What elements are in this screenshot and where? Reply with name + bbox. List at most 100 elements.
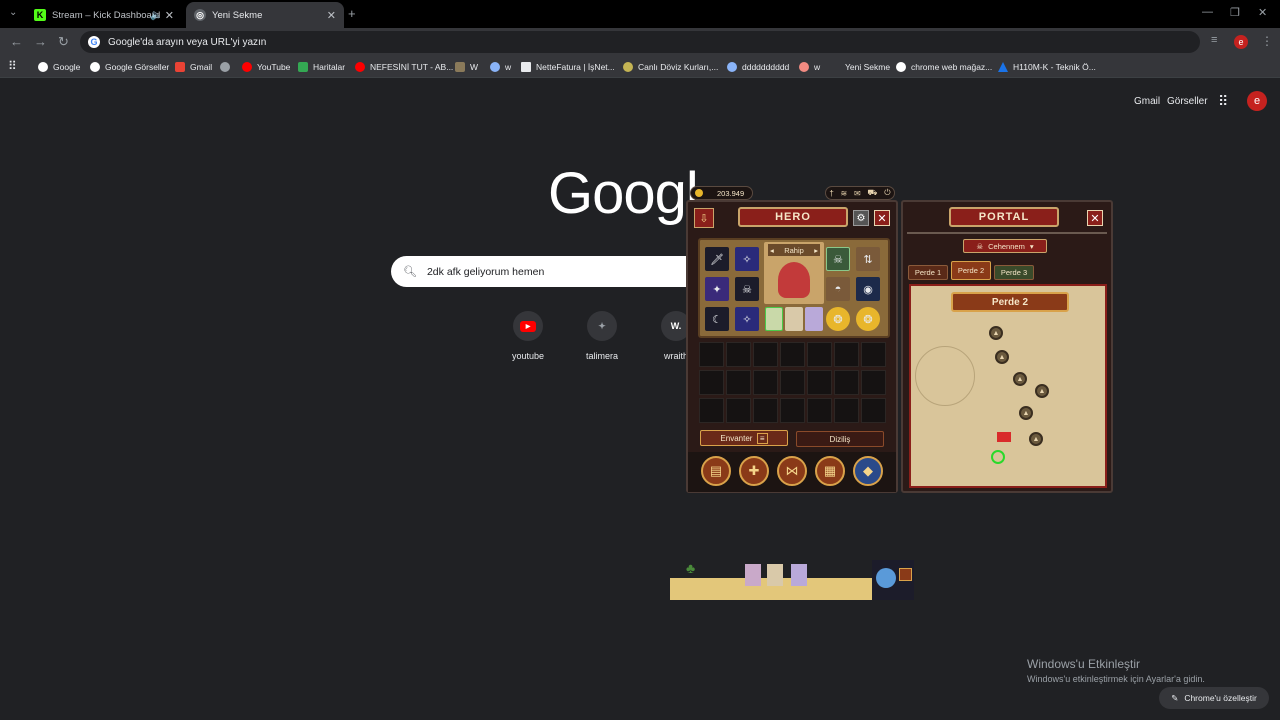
minimize-icon[interactable]: — <box>1202 6 1213 18</box>
equip-slot-amulet[interactable]: ☠ <box>826 247 850 271</box>
inventory-slot[interactable] <box>861 370 886 395</box>
map-node[interactable]: ▲ <box>1013 372 1027 386</box>
menu-dots-icon[interactable]: ⋮ <box>1261 34 1273 48</box>
restore-icon[interactable]: ❐ <box>1230 6 1240 19</box>
inventory-slot[interactable] <box>861 398 886 423</box>
stats-icon[interactable]: ≋ <box>841 189 848 198</box>
bookmark-yeni-sekme[interactable]: Yeni Sekme <box>830 60 890 74</box>
inventory-slot[interactable] <box>699 398 724 423</box>
chest-icon[interactable]: ▤ <box>701 456 731 486</box>
gem-slot-1[interactable]: ❂ <box>826 307 850 331</box>
act-tab-1[interactable]: Perde 1 <box>908 265 948 280</box>
inventory-slot[interactable] <box>753 370 778 395</box>
gem-slot-2[interactable]: ❂ <box>856 307 880 331</box>
inventory-slot[interactable] <box>753 342 778 367</box>
hero-settings-icon[interactable]: ⚙ <box>853 210 869 226</box>
sword-icon[interactable]: † <box>829 189 833 198</box>
address-bar[interactable]: G Google'da arayın veya URL'yi yazın <box>80 31 1200 53</box>
hero-menu-icon[interactable]: ⇩ <box>694 208 714 228</box>
inventory-slot[interactable] <box>726 342 751 367</box>
close-tab-icon[interactable]: ✕ <box>327 9 336 22</box>
prev-arrow-icon[interactable]: ◂ <box>770 246 774 255</box>
mail-icon[interactable]: ✉ <box>854 189 861 198</box>
shortcut-talimera[interactable]: ✦ talimera <box>567 311 637 361</box>
equip-slot-belt[interactable]: ✧ <box>735 307 759 331</box>
map-node[interactable]: ▲ <box>995 350 1009 364</box>
gmail-link[interactable]: Gmail <box>1134 96 1160 107</box>
map-node[interactable]: ▲ <box>989 326 1003 340</box>
back-icon[interactable]: ← <box>10 34 23 49</box>
inventory-tab[interactable]: Envanter ≡ <box>700 430 788 446</box>
reload-icon[interactable]: ↻ <box>58 34 69 50</box>
equip-slot-boots[interactable]: ☾ <box>705 307 729 331</box>
crystal-icon[interactable]: ◆ <box>853 456 883 486</box>
bookmark-w[interactable]: W <box>455 60 478 74</box>
party-member-1[interactable] <box>765 307 783 331</box>
inventory-slot[interactable] <box>780 342 805 367</box>
act-tab-3[interactable]: Perde 3 <box>994 265 1034 280</box>
cross-icon[interactable]: ✚ <box>739 456 769 486</box>
equip-slot-armor[interactable]: ✧ <box>735 247 759 271</box>
tab-kick-dashboard[interactable]: K Stream – Kick Dashboard 🔈 ✕ <box>26 2 182 28</box>
hero-close-button[interactable]: ✕ <box>874 210 890 226</box>
inventory-slot[interactable] <box>699 370 724 395</box>
rune-icon[interactable]: ⋈ <box>777 456 807 486</box>
act-tab-2[interactable]: Perde 2 <box>951 261 991 280</box>
equip-slot-gloves[interactable]: ☠ <box>735 277 759 301</box>
bookmark-nefesini-tut[interactable]: NEFESİNİ TUT - AB... <box>355 60 453 74</box>
inventory-slot[interactable] <box>780 370 805 395</box>
equip-slot-empty[interactable]: ⇅ <box>856 247 880 271</box>
next-arrow-icon[interactable]: ▸ <box>814 246 818 255</box>
apps-grid-icon[interactable]: ⠿ <box>1218 93 1228 110</box>
party-member-3[interactable] <box>805 307 823 331</box>
bookmark-chrome-web-store[interactable]: chrome web mağaz... <box>896 60 992 74</box>
formation-tab[interactable]: Diziliş <box>796 431 884 447</box>
bookmark-dddd[interactable]: dddddddddd <box>727 60 789 74</box>
search-input[interactable]: 2dk afk geliyorum hemen <box>427 266 544 278</box>
inventory-slot[interactable] <box>753 398 778 423</box>
inventory-slot[interactable] <box>699 342 724 367</box>
tab-search-chevron-icon[interactable]: ⌄ <box>9 7 17 18</box>
map-node[interactable]: ▲ <box>1019 406 1033 420</box>
bookmark-youtube[interactable]: YouTube <box>242 60 290 74</box>
bookmark-nettefatura[interactable]: NetteFatura | İşNet... <box>521 60 615 74</box>
inventory-slot[interactable] <box>807 342 832 367</box>
hero-class-selector[interactable]: ◂ Rahip ▸ <box>768 244 820 256</box>
bookmark-google-images[interactable]: Google Görseller <box>90 60 169 74</box>
new-tab-plus-icon[interactable]: + <box>348 6 356 21</box>
inventory-slot[interactable] <box>726 398 751 423</box>
mini-portal-widget[interactable] <box>872 560 914 600</box>
map-node[interactable]: ▲ <box>1035 384 1049 398</box>
difficulty-select[interactable]: ☠ Cehennem ▾ <box>963 239 1047 253</box>
media-controls-icon[interactable]: ≡ <box>1211 34 1217 46</box>
power-icon[interactable]: ⏻ <box>884 188 890 198</box>
inventory-slot[interactable] <box>780 398 805 423</box>
bookmark-globe[interactable] <box>220 60 235 74</box>
inventory-slot[interactable] <box>834 342 859 367</box>
inventory-slot[interactable] <box>861 342 886 367</box>
images-link[interactable]: Görseller <box>1167 96 1208 107</box>
customize-chrome-button[interactable]: ✎ Chrome'u özelleştir <box>1159 687 1269 709</box>
equip-slot-weapon[interactable]: 🗡 <box>705 247 729 271</box>
apps-grid-icon[interactable]: ⠿ <box>8 59 17 73</box>
current-location-icon[interactable] <box>991 450 1005 464</box>
map-node[interactable]: ▲ <box>1029 432 1043 446</box>
search-box[interactable]: 🔍︎ 2dk afk geliyorum hemen <box>391 256 691 287</box>
shortcut-youtube[interactable]: ▶ youtube <box>493 311 563 361</box>
filter-icon[interactable]: ≡ <box>756 432 768 444</box>
bookmark-w2[interactable]: w <box>490 60 511 74</box>
bookmark-doviz[interactable]: Canlı Döviz Kurları,... <box>623 60 718 74</box>
close-tab-icon[interactable]: ✕ <box>165 9 174 22</box>
bookmark-google[interactable]: Google <box>38 60 80 74</box>
forward-icon[interactable]: → <box>34 34 47 49</box>
account-avatar[interactable]: e <box>1247 91 1267 111</box>
cart-icon[interactable]: ⛟ <box>867 188 877 198</box>
inventory-slot[interactable] <box>807 370 832 395</box>
tab-new-tab[interactable]: ◎ Yeni Sekme ✕ <box>186 2 344 28</box>
close-window-icon[interactable]: ✕ <box>1258 6 1267 19</box>
speaker-icon[interactable]: 🔈 <box>150 10 162 21</box>
bookmark-h110m[interactable]: H110M-K - Teknik Ö... <box>998 60 1096 74</box>
party-member-2[interactable] <box>785 307 803 331</box>
avatar[interactable]: e <box>1234 35 1248 49</box>
bookmark-w3[interactable]: w <box>799 60 820 74</box>
